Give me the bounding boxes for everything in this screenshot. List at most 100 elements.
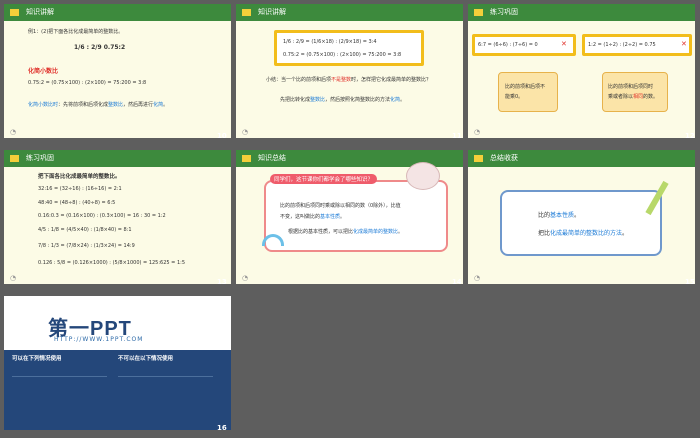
box2-text: 1:2 = (1÷2) : (2÷2) = 0.75 bbox=[588, 42, 656, 48]
note-scroll-1: 比的前项和后项不 能乘0。 bbox=[498, 72, 558, 112]
slide-header: 练习巩固 bbox=[4, 150, 231, 167]
item1-end: 。 bbox=[574, 212, 581, 219]
note1-b: 能乘0。 bbox=[505, 94, 524, 100]
slide-16[interactable]: 第一PPT HTTP://WWW.1PPT.COM 可以在下列情况使用 不可以在… bbox=[4, 296, 231, 430]
slide-foot-icon: ◔ bbox=[242, 128, 249, 136]
summary-line-2: 不变，这叫做比的基本性质。 bbox=[280, 213, 345, 220]
slide-number-16: 16 bbox=[217, 424, 227, 432]
a-mid: ，然后按照化简整数比的方法 bbox=[325, 97, 391, 103]
a-end: 。 bbox=[400, 97, 406, 103]
header-marker bbox=[242, 155, 251, 162]
a-blue: 整数比 bbox=[310, 97, 326, 103]
summary-answer: 先把比转化成整数比，然后按照化简整数比的方法化简。 bbox=[280, 96, 405, 103]
note-blue: 化简小数比时 bbox=[28, 102, 59, 108]
slide-12[interactable]: 练习巩固 6:7 = (6÷6) : (7÷6) = 0 ✕ 1:2 = (1÷… bbox=[468, 4, 695, 138]
note-rest: ：先将前项和后项化成 bbox=[58, 102, 109, 108]
line3-blue: 化成最简单的整数比 bbox=[353, 229, 399, 235]
takeaway-2: 把比化成最简单的整数比的方法。 bbox=[538, 228, 628, 237]
exercise-line-4: 4/5 : 1/8 = (4/5×40) : (1/8×40) = 8:1 bbox=[38, 227, 132, 233]
terms-panel: 可以在下列情况使用 不可以在以下情况使用 bbox=[4, 350, 231, 430]
line2-blue: 基本性质 bbox=[320, 214, 341, 220]
item1-a: 比的 bbox=[538, 212, 551, 219]
exercise-line-1: 32:16 = (32÷16) : (16÷16) = 2:1 bbox=[38, 186, 122, 192]
formula-scroll: 1/6 : 2/9 = (1/6×18) : (2/9×18) = 3:4 0.… bbox=[274, 30, 424, 66]
slide-header: 练习巩固 bbox=[468, 4, 695, 21]
bunny-icon bbox=[406, 162, 440, 190]
summary-bubble: 比的前项和后项同时乘或除以相同的数（0除外），比值 不变，这叫做比的基本性质。 … bbox=[264, 180, 448, 252]
wrong-mark-icon: ✕ bbox=[681, 40, 687, 48]
method-title: 化简小数比 bbox=[28, 68, 59, 75]
slide-number-13: 13 bbox=[217, 278, 227, 286]
takeaway-1: 比的基本性质。 bbox=[538, 210, 580, 219]
header-title: 练习巩固 bbox=[490, 8, 518, 16]
slide-number-14: 14 bbox=[452, 278, 462, 286]
slide-13[interactable]: 练习巩固 把下面各比化成最简单的整数比。 32:16 = (32÷16) : (… bbox=[4, 150, 231, 284]
cannot-use-links bbox=[118, 376, 213, 421]
calc-line: 0.75:2 = (0.75×100) : (2×100) = 75:200 =… bbox=[28, 80, 147, 86]
slide-11[interactable]: 知识讲解 1/6 : 2/9 = (1/6×18) : (2/9×18) = 3… bbox=[236, 4, 463, 138]
line3-end: 。 bbox=[398, 229, 404, 235]
problem-text: 1/6 : 2/9 0.75:2 bbox=[74, 44, 126, 51]
slide-header: 总结收获 bbox=[468, 150, 695, 167]
can-use-links bbox=[12, 376, 107, 421]
summary-line-1: 比的前项和后项同时乘或除以相同的数（0除外），比值 bbox=[280, 203, 401, 209]
note2-b-text: 乘或者除以 bbox=[608, 94, 634, 100]
question-pill: 同学们，这节课你们都学会了哪些知识？ bbox=[270, 174, 378, 184]
a-blue-2: 化简 bbox=[390, 97, 401, 103]
note-blue-2: 整数比 bbox=[108, 102, 124, 108]
exercise-line-3: 0.16:0.3 = (0.16×100) : (0.3×100) = 16 :… bbox=[38, 213, 166, 219]
q-red: 不是整数 bbox=[331, 77, 352, 83]
q-suffix: 时，怎样把它化成最简单的整数比？ bbox=[351, 77, 432, 83]
line2-end: 。 bbox=[340, 214, 346, 220]
summary-question: 小结：当一个比的前项和后项不是整数时，怎样把它化成最简单的整数比？ bbox=[266, 76, 431, 83]
brand-url: HTTP://WWW.1PPT.COM bbox=[54, 336, 144, 343]
slide-number-10: 10 bbox=[217, 132, 227, 140]
note2-red: 相同 bbox=[633, 94, 644, 100]
exercise-line-2: 48:40 = (48÷8) : (40÷8) = 6:5 bbox=[38, 200, 116, 206]
header-marker bbox=[10, 9, 19, 16]
header-marker bbox=[242, 9, 251, 16]
note2-c: 的数。 bbox=[643, 94, 659, 100]
can-use-title: 可以在下列情况使用 bbox=[12, 356, 62, 362]
item2-a: 把比 bbox=[538, 230, 551, 237]
note-rest-2: ，然后再进行 bbox=[123, 102, 154, 108]
header-title: 知识讲解 bbox=[26, 8, 54, 16]
header-title: 总结收获 bbox=[490, 154, 518, 162]
line3-a: 根据比的基本性质，可以把比 bbox=[288, 229, 354, 235]
exercise-line-5: 7/8 : 1/3 = (7/8×24) : (1/3×24) = 14:9 bbox=[38, 243, 135, 249]
item2-end: 。 bbox=[622, 230, 629, 237]
slide-15[interactable]: 总结收获 比的基本性质。 把比化成最简单的整数比的方法。 ◔ bbox=[468, 150, 695, 284]
note-scroll-2: 比的前项和后项同时 乘或者除以相同的数。 bbox=[602, 72, 668, 112]
note2-a: 比的前项和后项同时 bbox=[608, 84, 654, 90]
slide-foot-icon: ◔ bbox=[474, 128, 481, 136]
header-marker bbox=[474, 155, 483, 162]
example-text: 例1：(2)把下面各比化成最简单的整数比。 bbox=[28, 29, 124, 35]
a-prefix: 先把比转化成 bbox=[280, 97, 311, 103]
header-marker bbox=[474, 9, 483, 16]
slide-header: 知识讲解 bbox=[4, 4, 231, 21]
slide-10[interactable]: 知识讲解 例1：(2)把下面各比化成最简单的整数比。 1/6 : 2/9 0.7… bbox=[4, 4, 231, 138]
box1-text: 6:7 = (6÷6) : (7÷6) = 0 bbox=[478, 42, 538, 48]
answer-box-1: 6:7 = (6÷6) : (7÷6) = 0 ✕ bbox=[472, 34, 576, 56]
exercise-title: 把下面各比化成最简单的整数比。 bbox=[38, 174, 121, 180]
slide-14[interactable]: 知识总结 比的前项和后项同时乘或除以相同的数（0除外），比值 不变，这叫做比的基… bbox=[236, 150, 463, 284]
slide-number-11: 11 bbox=[452, 132, 462, 140]
slide-foot-icon: ◔ bbox=[10, 274, 17, 282]
wrong-mark-icon: ✕ bbox=[561, 40, 567, 48]
slide-number-15: 15 bbox=[685, 278, 695, 286]
q-prefix: 小结：当一个比的前项和后项 bbox=[266, 77, 332, 83]
slide-header: 知识讲解 bbox=[236, 4, 463, 21]
exercise-line-6: 0.126 : 5/8 = (0.126×1000) : (5/8×1000) … bbox=[38, 260, 186, 266]
note-blue-3: 化简 bbox=[153, 102, 164, 108]
note-end: 。 bbox=[163, 102, 169, 108]
summary-card: 比的基本性质。 把比化成最简单的整数比的方法。 bbox=[500, 190, 662, 256]
note-line: 化简小数比时：先将前项和后项化成整数比，然后再进行化简。 bbox=[28, 101, 168, 108]
item2-blue: 化成最简单的整数比的方法 bbox=[550, 230, 623, 237]
slide-foot-icon: ◔ bbox=[242, 274, 249, 282]
header-marker bbox=[10, 155, 19, 162]
line2-a: 不变，这叫做比的 bbox=[280, 214, 321, 220]
cannot-use-title: 不可以在以下情况使用 bbox=[118, 356, 174, 362]
slide-foot-icon: ◔ bbox=[474, 274, 481, 282]
summary-line-3: 根据比的基本性质，可以把比化成最简单的整数比。 bbox=[288, 228, 403, 235]
fraction-line: 1/6 : 2/9 = (1/6×18) : (2/9×18) = 3:4 bbox=[283, 39, 377, 45]
